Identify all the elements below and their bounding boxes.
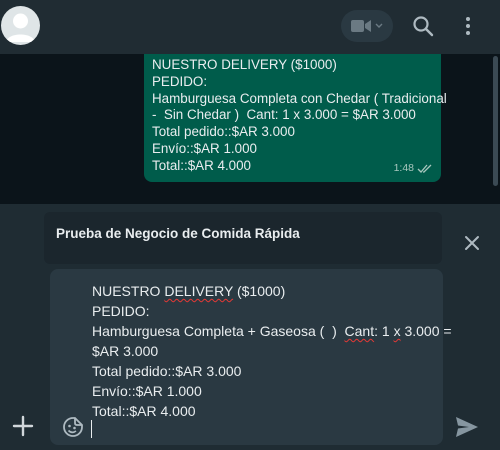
spellcheck-word: x	[393, 323, 401, 339]
compose-line: Hamburguesa Completa + Gaseosa ( ) Cant:…	[92, 323, 452, 339]
compose-line: $AR 3.000	[92, 343, 159, 359]
chevron-down-icon	[375, 23, 383, 28]
chat-area: NUESTRO DELIVERY ($1000) PEDIDO: Hamburg…	[0, 54, 500, 204]
message-line: Envío::$AR 1.000	[152, 140, 257, 156]
default-avatar-icon	[6, 13, 35, 42]
message-line: PEDIDO:	[152, 73, 208, 89]
sticker-icon[interactable]	[62, 416, 84, 438]
compose-line: Envío::$AR 1.000	[92, 383, 202, 399]
text-caret	[91, 420, 92, 438]
message-time: 1:48	[393, 162, 414, 175]
message-line: Total::$AR 4.000	[152, 157, 252, 173]
message-line: NUESTRO DELIVERY ($1000)	[152, 57, 337, 72]
chat-header	[0, 0, 500, 54]
spellcheck-word: DELIVERY	[164, 283, 234, 299]
kebab-menu-icon[interactable]	[457, 15, 479, 37]
message-line: Total pedido::$AR 3.000	[152, 124, 295, 140]
compose-line: PEDIDO:	[92, 303, 150, 319]
compose-line: NUESTRO DELIVERY ($1000)	[92, 283, 286, 299]
video-call-button[interactable]	[341, 10, 393, 42]
reply-area: Prueba de Negocio de Comida Rápida NUEST…	[0, 204, 500, 450]
search-icon[interactable]	[412, 15, 434, 37]
video-call-icon	[351, 20, 371, 32]
message-line: - Sin Chedar ) Cant: 1 x 3.000 = $AR 3.0…	[152, 107, 416, 123]
contact-avatar[interactable]	[1, 6, 40, 45]
send-icon[interactable]	[455, 416, 479, 438]
quoted-title: Prueba de Negocio de Comida Rápida	[56, 226, 300, 241]
close-icon[interactable]	[463, 234, 481, 252]
outgoing-message-bubble[interactable]: NUESTRO DELIVERY ($1000) PEDIDO: Hamburg…	[144, 54, 447, 182]
chat-scrollbar[interactable]	[493, 56, 498, 186]
quoted-message-preview[interactable]: Prueba de Negocio de Comida Rápida	[44, 212, 442, 264]
message-meta: 1:48	[394, 160, 433, 177]
double-check-icon	[417, 164, 432, 173]
compose-line: Total::$AR 4.000	[92, 403, 196, 419]
compose-line: Total pedido::$AR 3.000	[92, 363, 242, 379]
plus-icon[interactable]	[12, 415, 34, 437]
compose-text[interactable]: NUESTRO DELIVERY ($1000) PEDIDO: Hamburg…	[92, 281, 452, 421]
message-line: Hamburguesa Completa con Chedar ( Tradic…	[152, 90, 447, 106]
spellcheck-word: Cant	[344, 323, 375, 339]
message-input[interactable]: NUESTRO DELIVERY ($1000) PEDIDO: Hamburg…	[50, 269, 452, 445]
